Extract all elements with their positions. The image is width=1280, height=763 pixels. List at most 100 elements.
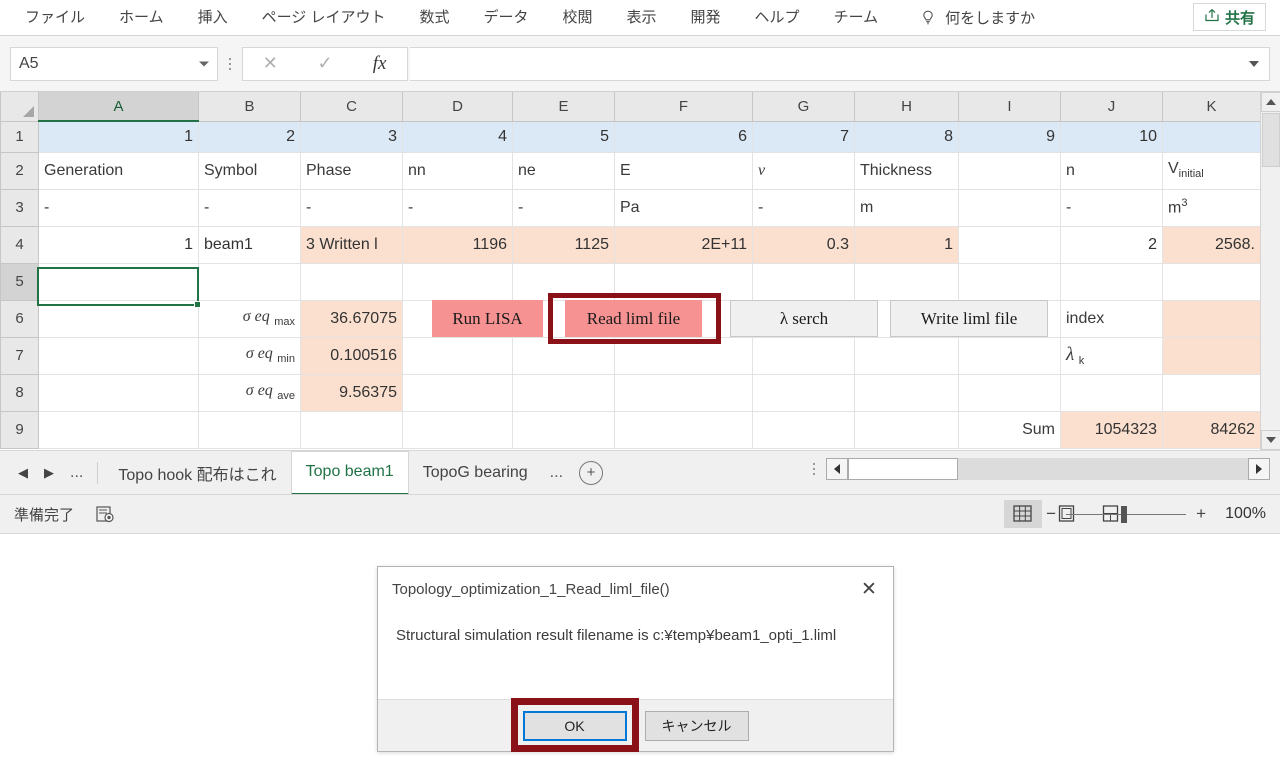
dialog-ok-button[interactable]: OK <box>522 710 627 741</box>
column-header-E[interactable]: E <box>512 92 615 122</box>
cell-K4[interactable]: 2568. <box>1162 225 1261 264</box>
cell-F4[interactable]: 2E+11 <box>614 225 753 264</box>
zoom-out-button[interactable]: − <box>1046 504 1056 524</box>
cell-C4[interactable]: 3 Written l <box>300 225 403 264</box>
cell-H7[interactable] <box>854 336 959 375</box>
sheet-tab-topog-bearing[interactable]: TopoG bearing <box>409 452 542 494</box>
enter-formula-icon[interactable]: ✓ <box>301 53 349 74</box>
cell-A8[interactable] <box>38 373 199 412</box>
cell-A6[interactable] <box>38 299 199 338</box>
cell-K8[interactable] <box>1162 373 1261 412</box>
cell-I4[interactable] <box>958 225 1061 264</box>
ribbon-tab-help[interactable]: ヘルプ <box>738 0 817 35</box>
previous-sheet-button[interactable]: ◀ <box>10 460 36 486</box>
cell-G4[interactable]: 0.3 <box>752 225 855 264</box>
ribbon-tab-file[interactable]: ファイル <box>8 0 102 35</box>
scroll-up-button[interactable] <box>1261 92 1280 112</box>
ribbon-tab-review[interactable]: 校閲 <box>546 0 610 35</box>
record-macro-icon[interactable] <box>96 506 116 523</box>
cell-E9[interactable] <box>512 410 615 449</box>
cell-A4[interactable]: 1 <box>38 225 199 264</box>
row-header-5[interactable]: 5 <box>0 262 39 301</box>
cell-F7[interactable] <box>614 336 753 375</box>
cell-B4[interactable]: beam1 <box>198 225 301 264</box>
cell-I7[interactable] <box>958 336 1061 375</box>
cell-I5[interactable] <box>958 262 1061 301</box>
cell-E7[interactable] <box>512 336 615 375</box>
zoom-in-button[interactable]: + <box>1196 504 1206 524</box>
cell-K9[interactable]: 84262 <box>1162 410 1261 449</box>
cell-H9[interactable] <box>854 410 959 449</box>
row-header-7[interactable]: 7 <box>0 336 39 375</box>
ribbon-tab-home[interactable]: ホーム <box>102 0 181 35</box>
column-header-K[interactable]: K <box>1162 92 1261 122</box>
cell-H4[interactable]: 1 <box>854 225 959 264</box>
ribbon-tab-data[interactable]: データ <box>466 0 545 35</box>
column-header-D[interactable]: D <box>402 92 513 122</box>
cell-E2[interactable]: ne <box>512 151 615 190</box>
vertical-scrollbar[interactable] <box>1260 92 1280 450</box>
close-icon[interactable]: ✕ <box>855 575 883 603</box>
cell-E1[interactable]: 5 <box>512 120 615 153</box>
horizontal-scrollbar[interactable] <box>802 458 1270 480</box>
column-header-A[interactable]: A <box>38 92 199 122</box>
cancel-formula-icon[interactable]: ✕ <box>246 53 294 74</box>
cell-C5[interactable] <box>300 262 403 301</box>
tell-me-box[interactable]: 何をしますか <box>919 7 1035 28</box>
share-button[interactable]: 共有 <box>1192 3 1266 31</box>
ribbon-tab-team[interactable]: チーム <box>817 0 896 35</box>
cell-D7[interactable] <box>402 336 513 375</box>
read-liml-file-button[interactable]: Read liml file <box>565 300 702 337</box>
row-header-1[interactable]: 1 <box>0 120 39 153</box>
cell-H2[interactable]: Thickness <box>854 151 959 190</box>
name-box[interactable]: A5 <box>10 46 218 81</box>
cell-F8[interactable] <box>614 373 753 412</box>
zoom-slider[interactable] <box>1066 505 1187 523</box>
cell-D5[interactable] <box>402 262 513 301</box>
cell-B5[interactable] <box>198 262 301 301</box>
insert-function-icon[interactable]: fx <box>356 53 404 75</box>
row-header-3[interactable]: 3 <box>0 188 39 227</box>
expand-formula-bar-icon[interactable] <box>1249 60 1259 67</box>
column-header-C[interactable]: C <box>300 92 403 122</box>
cell-I9[interactable]: Sum <box>958 410 1061 449</box>
cell-F2[interactable]: E <box>614 151 753 190</box>
cell-D8[interactable] <box>402 373 513 412</box>
cell-F3[interactable]: Pa <box>614 188 753 227</box>
cell-A7[interactable] <box>38 336 199 375</box>
zoom-percentage[interactable]: 100% <box>1216 505 1266 523</box>
row-header-4[interactable]: 4 <box>0 225 39 264</box>
cell-I8[interactable] <box>958 373 1061 412</box>
lambda-search-button[interactable]: λ serch <box>730 300 878 337</box>
cell-F5[interactable] <box>614 262 753 301</box>
sheet-tab-topo-hook[interactable]: Topo hook 配布はこれ <box>104 452 290 494</box>
cell-C9[interactable] <box>300 410 403 449</box>
cell-B1[interactable]: 2 <box>198 120 301 153</box>
cell-I1[interactable]: 9 <box>958 120 1061 153</box>
cell-B9[interactable] <box>198 410 301 449</box>
cell-G7[interactable] <box>752 336 855 375</box>
next-sheet-button[interactable]: ▶ <box>36 460 62 486</box>
ribbon-tab-formulas[interactable]: 数式 <box>402 0 466 35</box>
cell-J7[interactable]: λ k <box>1060 336 1163 375</box>
column-header-F[interactable]: F <box>614 92 753 122</box>
column-header-I[interactable]: I <box>958 92 1061 122</box>
formula-input[interactable] <box>410 46 1270 81</box>
cell-J6[interactable]: index <box>1060 299 1163 338</box>
row-header-6[interactable]: 6 <box>0 299 39 338</box>
cell-D2[interactable]: nn <box>402 151 513 190</box>
cell-K5[interactable] <box>1162 262 1261 301</box>
hscroll-thumb[interactable] <box>848 458 958 480</box>
cell-G2[interactable]: ν <box>752 151 855 190</box>
cell-F1[interactable]: 6 <box>614 120 753 153</box>
hscroll-left-button[interactable] <box>826 458 848 480</box>
cell-A3[interactable]: - <box>38 188 199 227</box>
cell-I2[interactable] <box>958 151 1061 190</box>
zoom-slider-thumb[interactable] <box>1121 505 1128 523</box>
column-header-J[interactable]: J <box>1060 92 1163 122</box>
ribbon-tab-page-layout[interactable]: ページ レイアウト <box>245 0 403 35</box>
cell-A9[interactable] <box>38 410 199 449</box>
hscroll-right-button[interactable] <box>1248 458 1270 480</box>
cell-C8[interactable]: 9.56375 <box>300 373 403 412</box>
cell-C6[interactable]: 36.67075 <box>300 299 403 338</box>
